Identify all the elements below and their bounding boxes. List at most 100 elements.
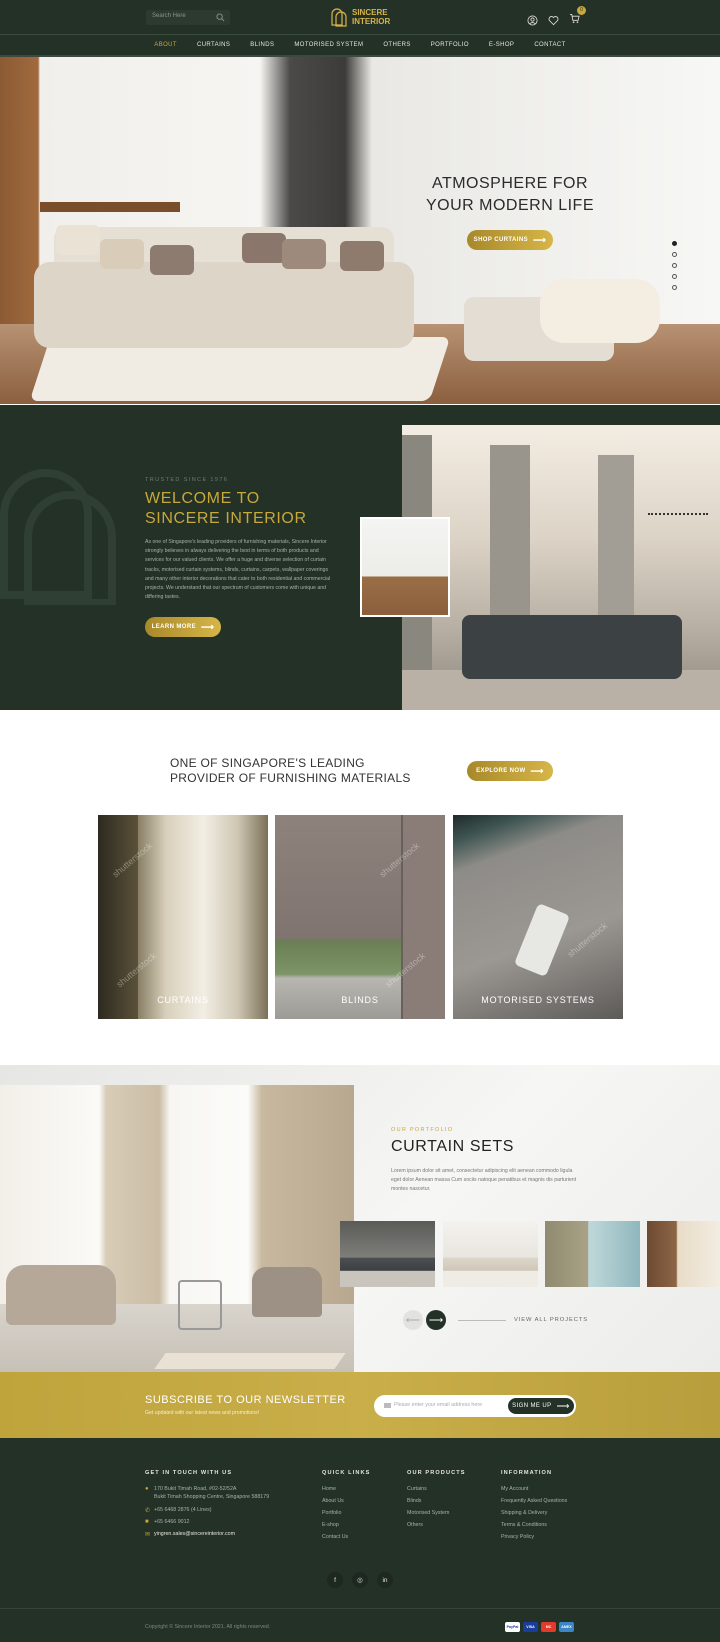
arrow-right-icon: ⟶: [533, 234, 547, 245]
chandelier-shape: [648, 475, 708, 515]
hero-sofa: [34, 262, 414, 348]
portfolio-thumbnail[interactable]: [340, 1221, 435, 1287]
footer-link-home[interactable]: Home: [322, 1485, 336, 1493]
hero-slider-dots: [672, 241, 677, 290]
mail-icon: [384, 1403, 391, 1408]
slider-dot[interactable]: [672, 252, 677, 257]
site-footer: GET IN TOUCH WITH US ● 170 Bukit Timah R…: [0, 1438, 720, 1642]
instagram-icon[interactable]: ◎: [352, 1572, 368, 1588]
footer-link-faq[interactable]: Frequently Asked Questions: [501, 1497, 567, 1505]
address-line-2: Bukit Timah Shopping Centre, Singapore 5…: [154, 1494, 270, 1500]
portfolio-thumbnail[interactable]: [647, 1221, 720, 1287]
footer-product-curtains[interactable]: Curtains: [407, 1485, 427, 1493]
category-card-motorised-systems[interactable]: shutterstock MOTORISED SYSTEMS: [453, 815, 623, 1019]
paypal-icon: PayPal: [505, 1622, 520, 1632]
rug-shape: [154, 1353, 346, 1369]
leading-title-line-2: PROVIDER OF FURNISHING MATERIALS: [170, 771, 411, 785]
footer-link-portfolio[interactable]: Portfolio: [322, 1509, 341, 1517]
footer-phone[interactable]: +65 6468 2876 (4 Lines): [154, 1506, 212, 1514]
footer-address: 170 Bukit Timah Road, #02-52/52A Bukit T…: [154, 1485, 269, 1501]
nav-contact[interactable]: CONTACT: [534, 42, 565, 48]
leading-title: ONE OF SINGAPORE'S LEADING PROVIDER OF F…: [170, 756, 411, 786]
portfolio-eyebrow: OUR PORTFOLIO: [391, 1127, 454, 1133]
top-bar: Search Here SINCERE INTERIOR 0: [0, 0, 720, 34]
footer-link-privacy[interactable]: Privacy Policy: [501, 1533, 534, 1541]
wishlist-heart-icon[interactable]: [548, 15, 559, 26]
sign-me-up-label: SIGN ME UP: [512, 1403, 552, 1409]
nav-motorised-system[interactable]: MOTORISED SYSTEM: [294, 42, 363, 48]
learn-more-button[interactable]: LEARN MORE ⟶: [145, 617, 221, 637]
footer-products-title: OUR PRODUCTS: [407, 1470, 466, 1476]
footer-product-motorised[interactable]: Motorised System: [407, 1509, 449, 1517]
portfolio-title: CURTAIN SETS: [391, 1138, 515, 1155]
carousel-prev-button[interactable]: ⟵: [403, 1310, 423, 1330]
portfolio-thumbnail[interactable]: [545, 1221, 640, 1287]
slider-dot[interactable]: [672, 274, 677, 279]
nav-curtains[interactable]: CURTAINS: [197, 42, 230, 48]
sign-me-up-button[interactable]: SIGN ME UP ⟶: [508, 1398, 574, 1414]
welcome-title-line-1: WELCOME TO: [145, 490, 260, 507]
nav-portfolio[interactable]: PORTFOLIO: [431, 42, 469, 48]
footer-product-others[interactable]: Others: [407, 1521, 423, 1529]
shop-curtains-button[interactable]: SHOP CURTAINS ⟶: [467, 230, 553, 250]
leading-provider-section: ONE OF SINGAPORE'S LEADING PROVIDER OF F…: [0, 710, 720, 1065]
explore-now-button[interactable]: EXPLORE NOW ⟶: [467, 761, 553, 781]
nav-about[interactable]: ABOUT: [154, 42, 177, 48]
learn-more-label: LEARN MORE: [151, 624, 197, 630]
carousel-next-button[interactable]: ⟶: [426, 1310, 446, 1330]
footer-link-terms[interactable]: Terms & Conditions: [501, 1521, 547, 1529]
arrow-right-icon: ⟶: [556, 1400, 570, 1411]
leading-title-line-1: ONE OF SINGAPORE'S LEADING: [170, 756, 365, 770]
arrow-right-icon: ⟶: [530, 765, 544, 776]
nav-eshop[interactable]: E-SHOP: [489, 42, 514, 48]
footer-link-account[interactable]: My Account: [501, 1485, 528, 1493]
hero-title-line-1: ATMOSPHERE FOR: [431, 175, 589, 192]
armchair-shape: [6, 1265, 116, 1325]
slider-dot[interactable]: [672, 263, 677, 268]
search-icon[interactable]: [216, 13, 225, 22]
brand-line-1: SINCERE: [352, 8, 388, 17]
footer-link-eshop[interactable]: E-shop: [322, 1521, 339, 1529]
footer-product-blinds[interactable]: Blinds: [407, 1497, 421, 1505]
nav-blinds[interactable]: BLINDS: [250, 42, 274, 48]
newsletter-subtitle: Get updated with our latest news and pro…: [145, 1410, 260, 1416]
shop-curtains-label: SHOP CURTAINS: [473, 237, 528, 243]
footer-quick-links-title: QUICK LINKS: [322, 1470, 371, 1476]
hero-pillow: [340, 241, 384, 271]
hero-pillow: [282, 239, 326, 269]
footer-email[interactable]: yingren.sales@sincereinterior.com: [154, 1530, 235, 1538]
arrow-right-icon: ⟶: [201, 621, 215, 632]
slider-dot[interactable]: [672, 285, 677, 290]
address-line-1: 170 Bukit Timah Road, #02-52/52A: [154, 1486, 237, 1492]
welcome-section: TRUSTED SINCE 1976 WELCOME TO SINCERE IN…: [0, 405, 720, 710]
portfolio-thumbnail[interactable]: [443, 1221, 538, 1287]
cart-button[interactable]: 0: [569, 6, 586, 29]
nav-others[interactable]: OTHERS: [383, 42, 410, 48]
footer-link-about[interactable]: About Us: [322, 1497, 344, 1505]
footer-link-contact[interactable]: Contact Us: [322, 1533, 348, 1541]
cart-count-badge: 0: [577, 6, 586, 15]
card-label: BLINDS: [341, 995, 379, 1005]
logo-mark-icon: [331, 8, 347, 27]
main-nav: ABOUT CURTAINS BLINDS MOTORISED SYSTEM O…: [0, 34, 720, 57]
slider-dot[interactable]: [672, 241, 677, 246]
view-all-projects-link[interactable]: VIEW ALL PROJECTS: [514, 1317, 588, 1323]
divider-line: [458, 1320, 506, 1321]
hero-pillow: [242, 233, 286, 263]
category-card-curtains[interactable]: shutterstock shutterstock CURTAINS: [98, 815, 268, 1019]
category-card-blinds[interactable]: shutterstock shutterstock BLINDS: [275, 815, 445, 1019]
visa-icon: VISA: [523, 1622, 538, 1632]
side-table-shape: [178, 1280, 222, 1330]
account-icon[interactable]: [527, 15, 538, 26]
cart-icon: [569, 13, 580, 23]
email-placeholder: Please enter your email address here: [394, 1402, 483, 1408]
linkedin-icon[interactable]: in: [377, 1572, 393, 1588]
search-input[interactable]: Search Here: [146, 10, 230, 25]
brand-logo[interactable]: SINCERE INTERIOR: [330, 6, 390, 28]
watermark-text: shutterstock: [565, 920, 610, 960]
hero-throw-blanket: [540, 279, 660, 343]
phone-icon: ✆: [145, 1508, 151, 1514]
footer-link-shipping[interactable]: Shipping & Delivery: [501, 1509, 547, 1517]
facebook-icon[interactable]: f: [327, 1572, 343, 1588]
background-logo-mark-icon: [0, 469, 116, 605]
